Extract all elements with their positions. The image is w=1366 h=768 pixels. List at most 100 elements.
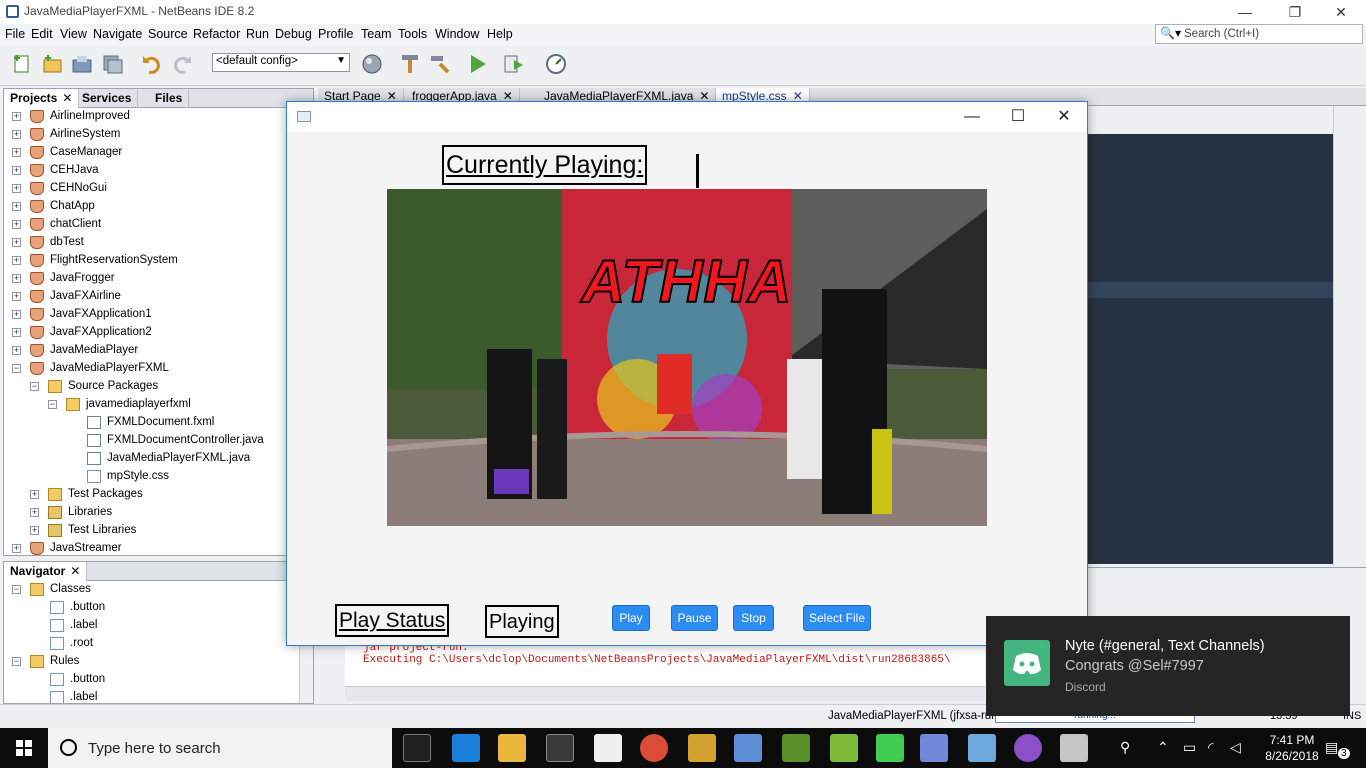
tree-node-label: CaseManager xyxy=(50,146,123,158)
menu-navigate[interactable]: Navigate xyxy=(93,27,142,41)
run-icon[interactable] xyxy=(466,52,490,76)
mail-icon[interactable] xyxy=(594,734,622,762)
close-icon[interactable]: ✕ xyxy=(70,564,80,578)
notes-icon[interactable] xyxy=(688,734,716,762)
notification-center-icon[interactable]: ▤ xyxy=(1325,739,1338,756)
select-file-button[interactable]: Select File xyxy=(803,605,871,631)
player-minimize-button[interactable]: — xyxy=(952,106,992,128)
tab-navigator[interactable]: Navigator ✕ xyxy=(4,562,88,581)
expand-icon[interactable]: + xyxy=(12,148,21,157)
java-icon[interactable] xyxy=(1060,734,1088,762)
output-scrollbar[interactable] xyxy=(345,686,985,701)
battery-icon[interactable]: ▭ xyxy=(1183,739,1196,756)
expand-icon[interactable]: + xyxy=(12,310,21,319)
profile-icon[interactable] xyxy=(544,52,568,76)
expand-icon[interactable]: + xyxy=(30,526,39,535)
menu-edit[interactable]: Edit xyxy=(31,27,53,41)
paint-icon[interactable] xyxy=(734,734,762,762)
expand-icon[interactable]: + xyxy=(12,256,21,265)
file-explorer-icon[interactable] xyxy=(498,734,526,762)
new-file-icon[interactable] xyxy=(10,52,34,76)
menu-refactor[interactable]: Refactor xyxy=(193,27,240,41)
chrome-icon[interactable] xyxy=(640,734,668,762)
editor-code-area[interactable] xyxy=(1086,134,1333,564)
debug-icon[interactable] xyxy=(502,52,526,76)
expand-icon[interactable]: + xyxy=(30,490,39,499)
clean-build-icon[interactable] xyxy=(428,52,452,76)
expand-icon[interactable]: + xyxy=(12,130,21,139)
config-select[interactable]: <default config> ▼ xyxy=(212,53,350,72)
status-value-label: Playing xyxy=(485,605,559,638)
tab-services[interactable]: Services xyxy=(76,89,139,108)
qt-icon[interactable] xyxy=(876,734,904,762)
virtualbox-icon[interactable] xyxy=(968,734,996,762)
pause-button[interactable]: Pause xyxy=(671,605,718,631)
expand-icon[interactable]: + xyxy=(12,166,21,175)
chevron-up-icon[interactable]: ⌃ xyxy=(1157,739,1169,756)
github-icon[interactable] xyxy=(1014,734,1042,762)
expand-icon[interactable]: + xyxy=(12,184,21,193)
undo-icon[interactable] xyxy=(140,52,164,76)
expand-icon[interactable]: + xyxy=(12,274,21,283)
menu-source[interactable]: Source xyxy=(148,27,188,41)
edge-icon[interactable] xyxy=(452,734,480,762)
store-icon[interactable] xyxy=(546,734,574,762)
redo-icon[interactable] xyxy=(170,52,194,76)
expand-icon[interactable]: + xyxy=(12,544,21,553)
expand-icon[interactable]: + xyxy=(12,112,21,121)
android-studio-icon[interactable] xyxy=(830,734,858,762)
save-all-icon[interactable] xyxy=(100,52,124,76)
discord-notification[interactable]: Nyte (#general, Text Channels) Congrats … xyxy=(986,616,1350,716)
expand-icon[interactable]: + xyxy=(12,346,21,355)
tab-projects[interactable]: Projects ✕ xyxy=(4,89,80,108)
menu-profile[interactable]: Profile xyxy=(318,27,353,41)
wifi-icon[interactable]: ◜ xyxy=(1208,739,1213,756)
menu-run[interactable]: Run xyxy=(246,27,269,41)
menu-help[interactable]: Help xyxy=(487,27,513,41)
discord-icon[interactable] xyxy=(920,734,948,762)
people-icon[interactable]: ⚲ xyxy=(1120,739,1130,756)
new-project-icon[interactable] xyxy=(40,52,64,76)
open-project-icon[interactable] xyxy=(70,52,94,76)
restore-button[interactable]: ❐ xyxy=(1280,2,1310,22)
expand-icon[interactable]: − xyxy=(12,585,21,594)
build-icon[interactable] xyxy=(398,52,422,76)
tab-files[interactable]: Files xyxy=(149,89,190,108)
menu-view[interactable]: View xyxy=(60,27,87,41)
expand-icon[interactable]: + xyxy=(12,220,21,229)
windows-start-icon[interactable] xyxy=(16,740,32,756)
expand-icon[interactable]: − xyxy=(12,657,21,666)
output-console[interactable]: jar project-run: Executing C:\Users\dclo… xyxy=(345,641,985,686)
expand-icon[interactable]: + xyxy=(12,328,21,337)
expand-icon[interactable]: + xyxy=(12,238,21,247)
task-view-icon[interactable] xyxy=(403,734,431,762)
play-button[interactable]: Play xyxy=(612,605,650,631)
sheets-icon[interactable] xyxy=(782,734,810,762)
editor-scrollbar[interactable] xyxy=(1333,106,1366,566)
css-icon xyxy=(50,637,64,650)
stop-button[interactable]: Stop xyxy=(733,605,774,631)
menu-window[interactable]: Window xyxy=(435,27,479,41)
globe-icon[interactable] xyxy=(360,52,384,76)
expand-icon[interactable]: − xyxy=(30,382,39,391)
menu-debug[interactable]: Debug xyxy=(275,27,312,41)
tree-node-label: ChatApp xyxy=(50,200,95,212)
player-maximize-button[interactable]: ☐ xyxy=(998,106,1038,128)
expand-icon[interactable]: + xyxy=(30,508,39,517)
close-button[interactable]: ✕ xyxy=(1326,2,1356,22)
minimize-button[interactable]: — xyxy=(1230,2,1260,22)
volume-icon[interactable]: ◁ xyxy=(1230,739,1241,756)
expand-icon[interactable]: − xyxy=(12,364,21,373)
expand-icon[interactable]: + xyxy=(12,292,21,301)
expand-icon[interactable]: − xyxy=(48,400,57,409)
player-close-button[interactable]: ✕ xyxy=(1044,106,1084,128)
menu-file[interactable]: File xyxy=(5,27,25,41)
taskbar-clock[interactable]: 7:41 PM 8/26/2018 xyxy=(1262,732,1322,764)
media-view[interactable]: ATHHA xyxy=(387,189,987,526)
ide-search-input[interactable]: 🔍▾ Search (Ctrl+I) xyxy=(1155,24,1363,44)
menu-team[interactable]: Team xyxy=(361,27,392,41)
close-icon[interactable]: ✕ xyxy=(62,91,72,105)
expand-icon[interactable]: + xyxy=(12,202,21,211)
taskbar-search-input[interactable]: Type here to search xyxy=(48,728,392,768)
menu-tools[interactable]: Tools xyxy=(398,27,427,41)
